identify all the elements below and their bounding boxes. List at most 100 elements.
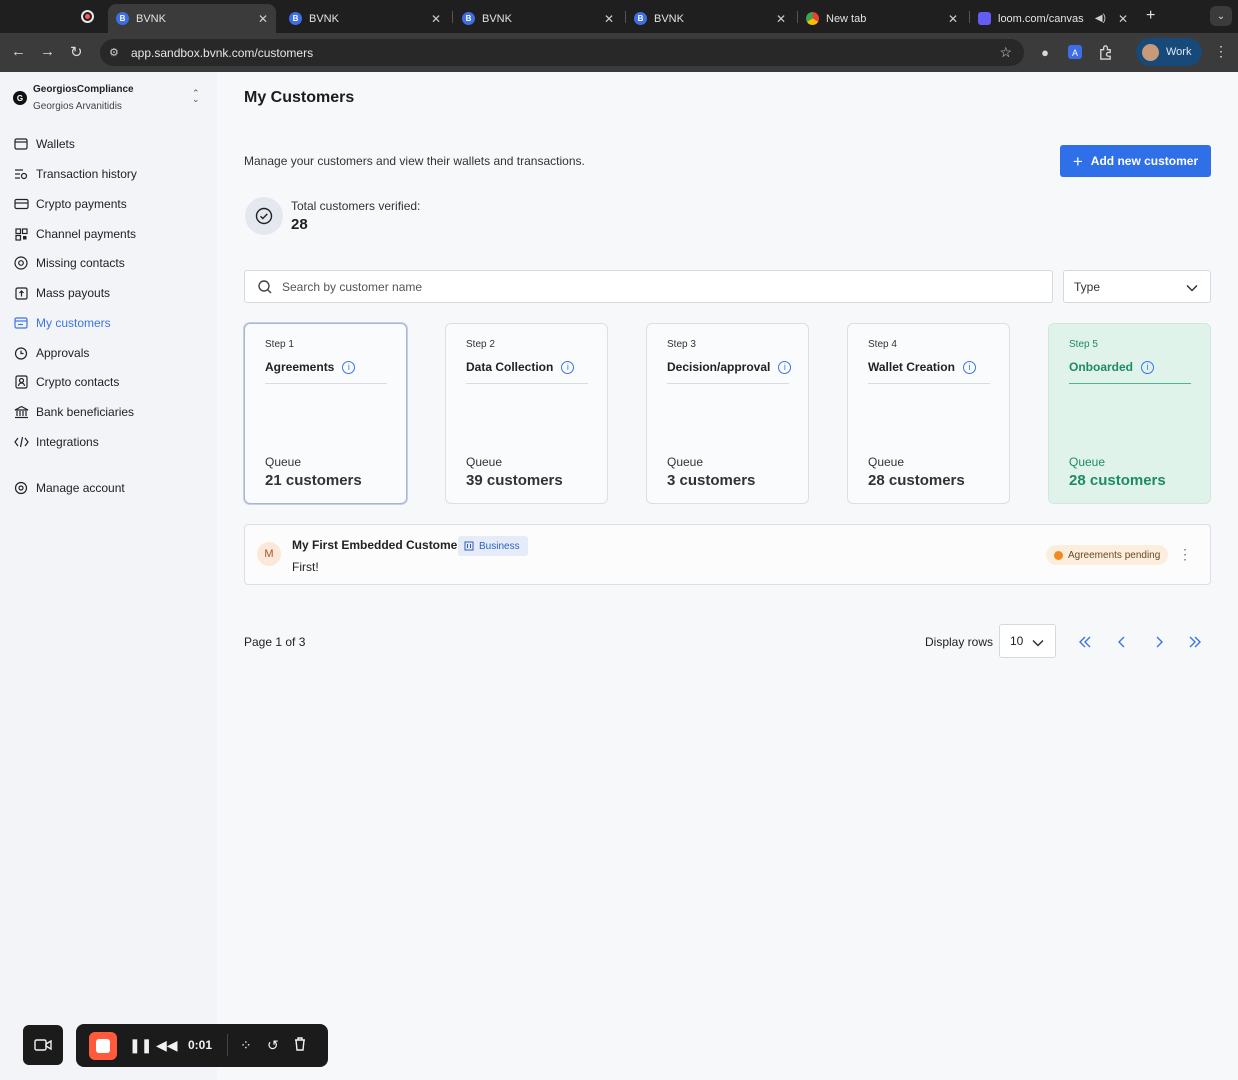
queue-label: Queue [265, 455, 302, 469]
search-input[interactable] [282, 279, 982, 294]
plus-icon: + [1072, 151, 1083, 171]
browser-tab-6[interactable]: loom.com/canvas ◀) ✕ [970, 4, 1136, 33]
step-card-onboarded[interactable]: Step 5 Onboarded i Queue 28 customers [1048, 323, 1211, 504]
close-tab-icon[interactable]: ✕ [776, 12, 786, 26]
rewind-icon[interactable]: ◀◀ [156, 1036, 178, 1054]
tab-title: BVNK [136, 12, 166, 25]
building-icon [464, 541, 474, 551]
transaction-history-icon [13, 166, 29, 182]
browser-tab-2[interactable]: B BVNK ✕ [281, 4, 449, 33]
page-info: Page 1 of 3 [244, 635, 306, 649]
close-tab-icon[interactable]: ✕ [431, 12, 441, 26]
camera-toggle-button[interactable] [23, 1025, 63, 1065]
last-page-button[interactable] [1186, 633, 1204, 651]
first-page-button[interactable] [1076, 633, 1094, 651]
tab-separator [452, 11, 453, 23]
add-new-customer-button[interactable]: + Add new customer [1060, 145, 1211, 177]
info-icon[interactable]: i [778, 360, 792, 374]
info-icon[interactable]: i [342, 360, 356, 374]
step-number: Step 3 [667, 339, 696, 350]
divider [466, 383, 588, 384]
sidebar-item-approvals[interactable]: Approvals [13, 343, 89, 363]
sidebar-item-missing-contacts[interactable]: Missing contacts [13, 253, 125, 273]
sidebar-item-crypto-payments[interactable]: Crypto payments [13, 194, 127, 214]
display-rows-value: 10 [1010, 634, 1024, 648]
speaker-icon[interactable]: ◀) [1095, 13, 1106, 24]
verified-count: 28 [291, 216, 308, 233]
delete-trash-icon[interactable] [293, 1036, 307, 1056]
sidebar-item-my-customers[interactable]: My customers [13, 313, 111, 333]
info-icon[interactable]: i [962, 360, 976, 374]
type-select[interactable]: Type [1063, 270, 1211, 303]
avatar: M [257, 542, 281, 566]
org-logo: G [13, 91, 27, 105]
tab-search-chevron-icon[interactable]: ⌄ [1210, 6, 1232, 26]
browser-menu-icon[interactable]: ⋮ [1214, 43, 1228, 60]
customer-search [244, 270, 1053, 303]
next-page-button[interactable] [1150, 633, 1168, 651]
new-tab-button[interactable]: + [1146, 7, 1155, 25]
recording-indicator-icon [81, 10, 94, 23]
back-arrow-icon[interactable]: ← [11, 43, 26, 60]
browser-tab-4[interactable]: B BVNK ✕ [626, 4, 794, 33]
close-tab-icon[interactable]: ✕ [604, 12, 614, 26]
avatar [1142, 43, 1159, 61]
customer-list-item[interactable]: M My First Embedded Customer Business Fi… [244, 524, 1211, 585]
queue-label: Queue [1069, 455, 1106, 469]
sidebar-item-channel-payments[interactable]: Channel payments [13, 224, 136, 244]
address-bar[interactable]: ⚙ app.sandbox.bvnk.com/customers ☆ [100, 39, 1024, 66]
sidebar-item-transaction-history[interactable]: Transaction history [13, 164, 137, 184]
step-card-agreements[interactable]: Step 1 Agreements i Queue 21 customers [244, 323, 407, 504]
close-tab-icon[interactable]: ✕ [1118, 12, 1128, 26]
stop-recording-button[interactable] [89, 1032, 117, 1060]
pause-icon[interactable]: ❚❚ [129, 1036, 152, 1054]
extensions-puzzle-icon[interactable] [1096, 43, 1114, 61]
info-icon[interactable]: i [561, 360, 575, 374]
row-more-menu-icon[interactable]: ⋮ [1178, 544, 1192, 564]
reload-icon[interactable]: ↻ [70, 43, 83, 61]
org-name[interactable]: GeorgiosCompliance [33, 84, 134, 95]
step-name: Decision/approval i [667, 360, 792, 374]
chevron-down-icon [1186, 281, 1198, 295]
queue-label: Queue [667, 455, 704, 469]
sidebar-item-mass-payouts[interactable]: Mass payouts [13, 283, 110, 303]
sidebar-item-crypto-contacts[interactable]: Crypto contacts [13, 372, 119, 392]
previous-page-button[interactable] [1113, 633, 1131, 651]
browser-tab-3[interactable]: B BVNK ✕ [454, 4, 622, 33]
close-tab-icon[interactable]: ✕ [258, 12, 268, 26]
step-number: Step 5 [1069, 339, 1098, 350]
profile-button[interactable]: Work [1136, 38, 1202, 66]
info-icon[interactable]: i [1141, 360, 1155, 374]
customer-name[interactable]: My First Embedded Customer [292, 538, 462, 552]
browser-tab-5[interactable]: New tab ✕ [798, 4, 966, 33]
user-name: Georgios Arvanitidis [33, 101, 122, 112]
search-icon [257, 279, 273, 295]
site-settings-icon[interactable]: ⚙ [109, 46, 123, 59]
step-card-decision-approval[interactable]: Step 3 Decision/approval i Queue 3 custom… [646, 323, 809, 504]
queue-count: 21 customers [265, 472, 362, 489]
step-name: Wallet Creation i [868, 360, 976, 374]
step-card-wallet-creation[interactable]: Step 4 Wallet Creation i Queue 28 custome… [847, 323, 1010, 504]
display-rows-select[interactable]: 10 [999, 624, 1056, 658]
sidebar-item-wallets[interactable]: Wallets [13, 134, 75, 154]
sidebar-item-label: Wallets [36, 137, 75, 151]
browser-tab-1[interactable]: B BVNK ✕ [108, 4, 276, 33]
url-text: app.sandbox.bvnk.com/customers [131, 45, 314, 60]
extension-record-icon[interactable]: ● [1036, 43, 1054, 61]
restart-icon[interactable]: ↺ [267, 1036, 279, 1054]
code-icon [13, 434, 29, 450]
org-switcher-chevron-icon[interactable]: ⌃ ⌄ [192, 89, 200, 104]
extension-translate-icon[interactable]: A [1066, 43, 1084, 61]
forward-arrow-icon[interactable]: → [40, 43, 55, 60]
recording-timer: 0:01 [188, 1038, 213, 1052]
sidebar-item-manage-account[interactable]: Manage account [13, 478, 125, 498]
close-tab-icon[interactable]: ✕ [948, 12, 958, 26]
bookmark-star-icon[interactable]: ☆ [999, 44, 1012, 61]
step-name-text: Data Collection [466, 360, 554, 374]
sidebar-item-integrations[interactable]: Integrations [13, 432, 99, 452]
draw-grid-icon[interactable]: ⁘ [240, 1036, 252, 1054]
step-name: Data Collection i [466, 360, 575, 374]
sidebar-item-label: Missing contacts [36, 256, 125, 270]
step-card-data-collection[interactable]: Step 2 Data Collection i Queue 39 custome… [445, 323, 608, 504]
sidebar-item-bank-beneficiaries[interactable]: Bank beneficiaries [13, 402, 134, 422]
